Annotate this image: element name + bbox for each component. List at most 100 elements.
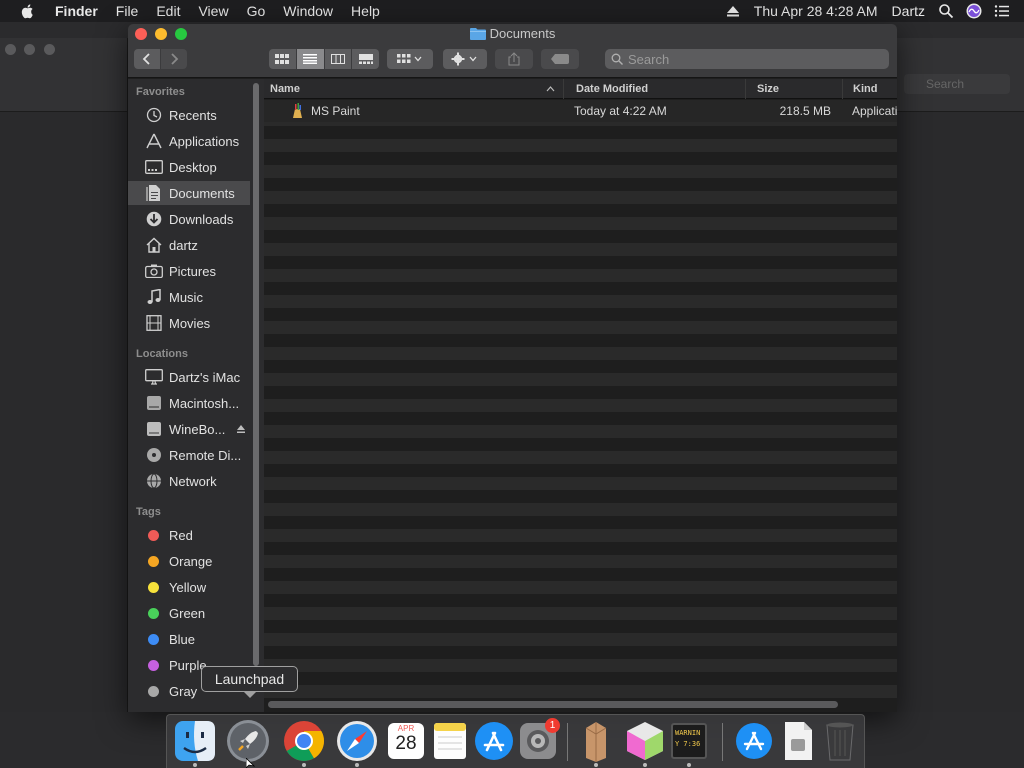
documents-icon bbox=[145, 184, 163, 202]
menu-file[interactable]: File bbox=[107, 0, 148, 22]
dock-grapher[interactable] bbox=[623, 719, 667, 767]
apple-icon[interactable] bbox=[20, 3, 36, 19]
column-header-date-modified[interactable]: Date Modified bbox=[570, 79, 746, 99]
tag-dot-purple bbox=[148, 659, 159, 671]
siri-icon[interactable] bbox=[966, 3, 982, 19]
bg-minimize-light[interactable] bbox=[24, 44, 35, 55]
sidebar-tag-red[interactable]: Red bbox=[128, 523, 250, 547]
sidebar-item-movies[interactable]: Movies bbox=[128, 311, 250, 335]
sidebar-item-applications[interactable]: Applications bbox=[128, 129, 250, 153]
dock-calendar[interactable]: APR 28 bbox=[384, 719, 428, 763]
gallery-view-button[interactable] bbox=[352, 49, 379, 69]
sidebar-tag-yellow[interactable]: Yellow bbox=[128, 575, 250, 599]
dock-safari[interactable] bbox=[335, 719, 379, 767]
icon-view-button[interactable] bbox=[269, 49, 297, 69]
dock-downloads-stack[interactable] bbox=[732, 719, 776, 763]
sidebar-item-label: Movies bbox=[169, 315, 211, 331]
sidebar-item-label: Network bbox=[169, 473, 217, 489]
dock-app-store[interactable] bbox=[472, 719, 516, 763]
sidebar-heading-tags: Tags bbox=[136, 506, 161, 518]
tag-button[interactable] bbox=[541, 49, 579, 69]
sidebar-item-downloads[interactable]: Downloads bbox=[128, 207, 250, 231]
background-window-right[interactable]: Search bbox=[896, 38, 1024, 712]
share-button[interactable] bbox=[495, 49, 533, 69]
background-window-titlebar bbox=[0, 38, 127, 112]
column-header-name[interactable]: Name bbox=[264, 79, 564, 99]
column-header-kind[interactable]: Kind bbox=[847, 79, 897, 99]
sidebar-item-winebottler[interactable]: WineBo... bbox=[128, 417, 250, 441]
sidebar-item-home[interactable]: dartz bbox=[128, 233, 250, 257]
back-button[interactable] bbox=[134, 49, 160, 69]
bg-zoom-light[interactable] bbox=[44, 44, 55, 55]
sidebar-scrollbar[interactable] bbox=[252, 79, 260, 709]
sidebar-tag-orange[interactable]: Orange bbox=[128, 549, 250, 573]
tag-dot-blue bbox=[148, 633, 159, 645]
menu-window[interactable]: Window bbox=[274, 0, 342, 22]
dock-launchpad[interactable] bbox=[226, 719, 270, 763]
sidebar-item-pictures[interactable]: Pictures bbox=[128, 259, 250, 283]
menu-help[interactable]: Help bbox=[342, 0, 389, 22]
sidebar-item-desktop[interactable]: Desktop bbox=[128, 155, 250, 179]
action-menu-button[interactable] bbox=[443, 49, 487, 69]
running-indicator bbox=[594, 763, 598, 767]
column-view-button[interactable] bbox=[324, 49, 353, 69]
dock-trash[interactable] bbox=[818, 719, 862, 763]
gallery-icon bbox=[358, 54, 373, 64]
sidebar-tag-blue[interactable]: Blue bbox=[128, 627, 250, 651]
dock-separator bbox=[567, 723, 568, 761]
sidebar-item-documents[interactable]: Documents bbox=[128, 181, 250, 205]
sidebar-item-network[interactable]: Network bbox=[128, 469, 250, 493]
list-view-button[interactable] bbox=[296, 49, 325, 69]
forward-button[interactable] bbox=[161, 49, 187, 69]
sidebar: Favorites Recents Applications Desktop D… bbox=[128, 79, 264, 712]
tag-dot-green bbox=[148, 607, 159, 619]
dock-console[interactable]: WARNIN Y 7:36 bbox=[667, 719, 711, 767]
menu-edit[interactable]: Edit bbox=[147, 0, 189, 22]
sidebar-item-recents[interactable]: Recents bbox=[128, 103, 250, 127]
sidebar-item-macintosh-hd[interactable]: Macintosh... bbox=[128, 391, 250, 415]
sidebar-tag-green[interactable]: Green bbox=[128, 601, 250, 625]
sidebar-item-music[interactable]: Music bbox=[128, 285, 250, 309]
sidebar-scroll-thumb[interactable] bbox=[253, 83, 259, 666]
running-indicator bbox=[643, 763, 647, 767]
dock-wine[interactable] bbox=[574, 719, 618, 767]
film-icon bbox=[145, 314, 163, 332]
launchpad-rocket-icon bbox=[227, 720, 269, 762]
sidebar-item-label: Recents bbox=[169, 107, 217, 123]
notification-badge: 1 bbox=[545, 718, 560, 733]
dock-chrome[interactable] bbox=[282, 719, 326, 767]
horizontal-scrollbar[interactable] bbox=[268, 701, 838, 708]
dock-finder[interactable] bbox=[173, 719, 217, 767]
tag-dot-orange bbox=[148, 555, 159, 567]
table-row[interactable]: MS Paint Today at 4:22 AM 218.5 MB Appli… bbox=[264, 100, 897, 122]
sidebar-item-imac[interactable]: Dartz's iMac bbox=[128, 365, 250, 389]
column-header-label: Size bbox=[757, 83, 780, 95]
sidebar-item-label: Pictures bbox=[169, 263, 216, 279]
menu-user[interactable]: Dartz bbox=[885, 0, 932, 22]
eject-menu-icon[interactable] bbox=[725, 3, 741, 19]
sidebar-item-label: Macintosh... bbox=[169, 395, 240, 411]
sidebar-item-remote-disc[interactable]: Remote Di... bbox=[128, 443, 250, 467]
dock-notes[interactable] bbox=[428, 719, 472, 763]
search-field[interactable] bbox=[605, 49, 889, 69]
menu-view[interactable]: View bbox=[189, 0, 237, 22]
menu-clock[interactable]: Thu Apr 28 4:28 AM bbox=[747, 0, 885, 22]
app-store-icon bbox=[475, 722, 513, 760]
columns-icon bbox=[330, 54, 345, 64]
window-title: Documents bbox=[128, 26, 897, 41]
menu-app-name[interactable]: Finder bbox=[46, 0, 107, 22]
dock-document[interactable] bbox=[776, 719, 820, 763]
eject-icon[interactable] bbox=[236, 424, 246, 434]
group-by-button[interactable] bbox=[387, 49, 433, 69]
camera-icon bbox=[145, 262, 163, 280]
search-input[interactable] bbox=[628, 51, 878, 67]
notification-center-icon[interactable] bbox=[994, 3, 1010, 19]
dock-system-preferences[interactable]: 1 bbox=[516, 718, 560, 763]
menu-go[interactable]: Go bbox=[238, 0, 275, 22]
finder-window: Documents Search Favorites Recents Appli… bbox=[128, 24, 897, 712]
column-header-size[interactable]: Size bbox=[751, 79, 843, 99]
bg-close-light[interactable] bbox=[5, 44, 16, 55]
background-search-field[interactable]: Search bbox=[904, 74, 1010, 94]
background-window[interactable] bbox=[0, 38, 128, 712]
spotlight-search-icon[interactable] bbox=[938, 3, 954, 19]
